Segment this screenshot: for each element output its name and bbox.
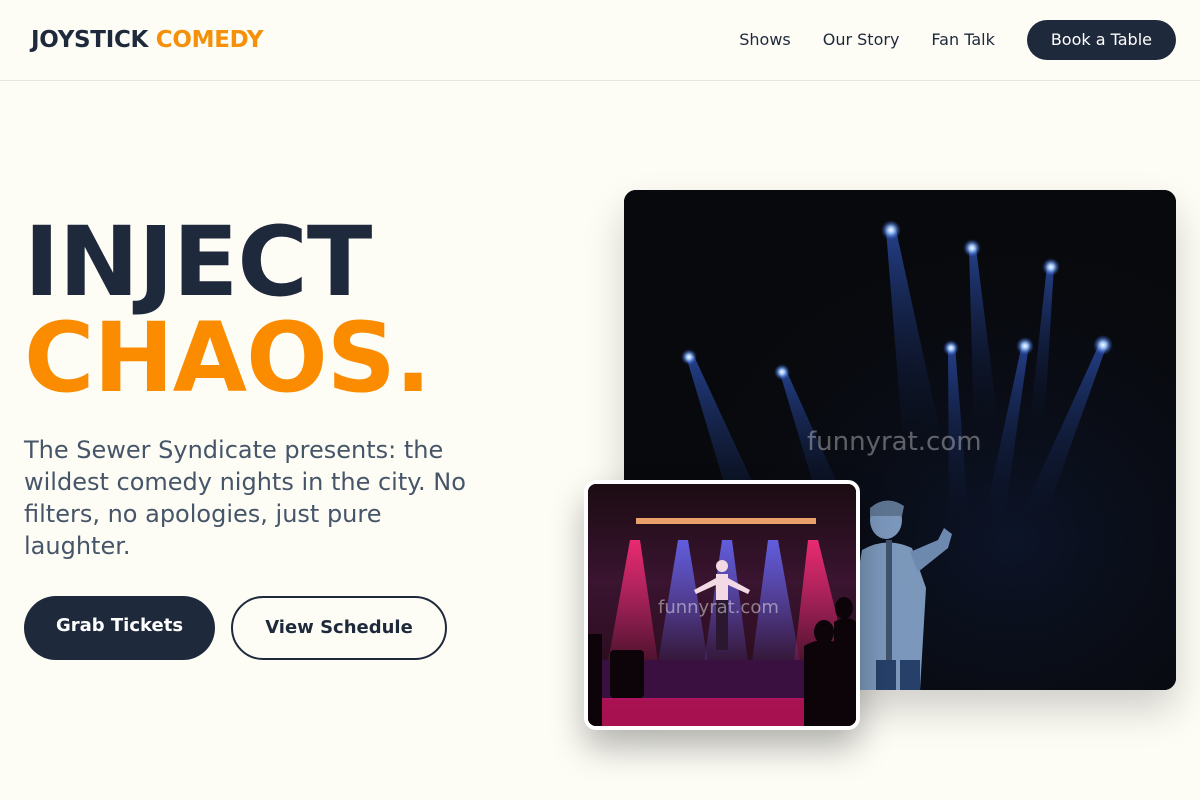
inset-photo-watermark: funnyrat.com [658,597,779,618]
hero-inset-photo: funnyrat.com [584,480,860,730]
nav-link-fan-talk[interactable]: Fan Talk [931,20,994,60]
logo-text-primary: JOYSTICK [31,27,149,53]
nav-link-our-story[interactable]: Our Story [823,20,900,60]
logo-text-accent: COMEDY [155,27,264,53]
nav-link-shows[interactable]: Shows [739,20,791,60]
headline-line-1: INJECT [24,206,372,318]
logo[interactable]: JOYSTICK COMEDY [31,25,263,55]
site-header: JOYSTICK COMEDY Shows Our Story Fan Talk… [0,0,1200,81]
book-table-button[interactable]: Book a Table [1026,20,1176,60]
view-schedule-button[interactable]: View Schedule [231,596,447,660]
main-photo-watermark: funnyrat.com [807,427,982,457]
hero-subtext: The Sewer Syndicate presents: the wildes… [24,436,466,560]
hero-headline: INJECT CHAOS. [24,206,431,414]
headline-line-2: CHAOS. [24,302,431,414]
main-nav: Shows Our Story Fan Talk Book a Table [739,20,1176,60]
grab-tickets-button[interactable]: Grab Tickets [24,596,215,660]
